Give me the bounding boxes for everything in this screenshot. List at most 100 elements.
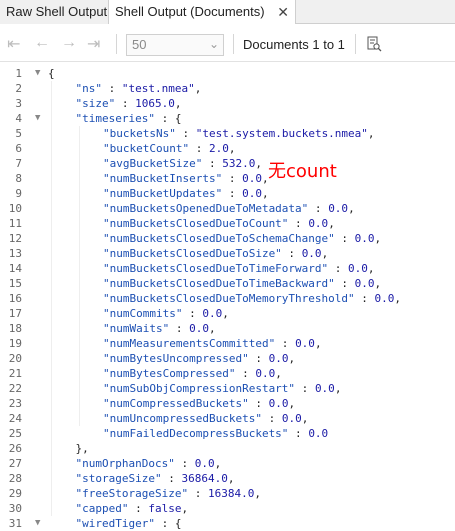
json-key: "wiredTiger"	[75, 517, 155, 530]
document-view-icon[interactable]	[366, 36, 382, 52]
json-punctuation: :	[222, 172, 243, 185]
next-page-icon[interactable]: →	[61, 34, 77, 52]
json-punctuation: :	[174, 457, 195, 470]
json-punctuation: :	[328, 262, 349, 275]
documents-range: Documents 1 to 1	[243, 37, 345, 52]
json-punctuation: ,	[228, 142, 236, 155]
json-punctuation: ,	[194, 82, 202, 95]
code-line: 31 ▼ "wiredTiger" : {	[0, 516, 455, 531]
code-line: 8 "numBucketInserts" : 0.0,	[0, 171, 455, 186]
code-line: 28 "storageSize" : 36864.0,	[0, 471, 455, 486]
line-number: 4	[15, 112, 22, 125]
json-punctuation: :	[161, 472, 182, 485]
json-punctuation: ,	[261, 172, 269, 185]
fold-toggle-icon[interactable]: ▼	[35, 516, 40, 531]
line-number: 2	[15, 82, 22, 95]
line-number: 22	[8, 382, 22, 395]
fold-toggle-icon[interactable]: ▼	[35, 111, 40, 126]
tab-shell-output-documents[interactable]: Shell Output (Documents) ✕	[109, 0, 296, 25]
code-text: "ns" : "test.nmea",	[76, 81, 202, 96]
json-punctuation: :	[288, 217, 309, 230]
code-text: "numCommits" : 0.0,	[103, 306, 229, 321]
line-number: 21	[8, 367, 22, 380]
code-text: "numBucketInserts" : 0.0,	[103, 171, 269, 186]
json-key: "ns"	[75, 82, 103, 95]
code-text: "storageSize" : 36864.0,	[76, 471, 235, 486]
json-key: "numBucketsClosedDueToTimeForward"	[103, 262, 329, 275]
json-punctuation: ,	[367, 262, 375, 275]
code-line: 1 ▼ {	[0, 66, 455, 81]
json-punctuation: :	[235, 367, 256, 380]
json-value: 0.0	[194, 457, 215, 470]
code-text: "numBucketsClosedDueToSize" : 0.0,	[103, 246, 328, 261]
previous-page-icon[interactable]: ←	[34, 34, 50, 52]
line-number: 29	[8, 487, 22, 500]
close-tab-icon[interactable]: ✕	[277, 0, 289, 24]
json-key: "timeseries"	[75, 112, 155, 125]
code-text: "numCompressedBuckets" : 0.0,	[103, 396, 295, 411]
json-value: 2.0	[208, 142, 229, 155]
code-text: "wiredTiger" : {	[76, 516, 182, 531]
line-number: 15	[8, 277, 22, 290]
json-punctuation: :	[202, 157, 223, 170]
json-key: "size"	[75, 97, 116, 110]
json-punctuation: ,	[394, 292, 402, 305]
json-value: 0.0	[314, 382, 335, 395]
code-line: 5 "bucketsNs" : "test.system.buckets.nmea…	[0, 126, 455, 141]
json-value: 0.0	[202, 307, 223, 320]
line-number: 23	[8, 397, 22, 410]
json-punctuation: :	[261, 412, 282, 425]
code-line: 12 "numBucketsClosedDueToSchemaChange" : …	[0, 231, 455, 246]
json-key: "numBucketsOpenedDueToMetadata"	[103, 202, 309, 215]
fold-toggle-icon[interactable]: ▼	[35, 66, 40, 81]
json-punctuation: : {	[154, 112, 182, 125]
code-line: 27 "numOrphanDocs" : 0.0,	[0, 456, 455, 471]
json-key: "numCompressedBuckets"	[103, 397, 249, 410]
line-number: 20	[8, 352, 22, 365]
json-value: 0.0	[268, 352, 289, 365]
line-number: 3	[15, 97, 22, 110]
json-punctuation: ,	[254, 487, 261, 500]
line-number: 10	[8, 202, 22, 215]
json-punctuation: ,	[374, 232, 382, 245]
json-value: 0.0	[242, 172, 262, 185]
json-value: 0.0	[348, 262, 368, 275]
line-number: 25	[8, 427, 22, 440]
line-number: 5	[15, 127, 22, 140]
code-text: {	[48, 66, 55, 81]
tab-bar: Raw Shell Output Shell Output (Documents…	[0, 0, 455, 25]
json-value: 0.0	[374, 292, 395, 305]
code-line: 14 "numBucketsClosedDueToTimeForward" : 0…	[0, 261, 455, 276]
json-value: 1065.0	[135, 97, 175, 110]
line-number: 12	[8, 232, 22, 245]
json-punctuation: :	[188, 487, 208, 500]
json-punctuation: :	[288, 427, 309, 440]
json-punctuation: ,	[334, 382, 342, 395]
json-punctuation: ,	[227, 472, 235, 485]
json-value: 0.0	[328, 202, 349, 215]
code-line: 19 "numMeasurementsCommitted" : 0.0,	[0, 336, 455, 351]
json-punctuation: ,	[288, 352, 296, 365]
last-page-icon[interactable]: ⇥	[87, 34, 100, 54]
tab-raw-shell-output[interactable]: Raw Shell Output	[0, 0, 109, 24]
toolbar-divider	[116, 34, 117, 54]
json-key: "bucketsNs"	[103, 127, 176, 140]
json-value: false	[148, 502, 182, 515]
json-value: 36864.0	[181, 472, 228, 485]
toolbar-divider	[355, 34, 356, 54]
first-page-icon[interactable]: ⇤	[7, 34, 20, 54]
code-line: 22 "numSubObjCompressionRestart" : 0.0,	[0, 381, 455, 396]
line-number: 19	[8, 337, 22, 350]
line-number: 14	[8, 262, 22, 275]
code-text: "numWaits" : 0.0,	[103, 321, 216, 336]
line-number: 11	[8, 217, 22, 230]
code-line: 3 "size" : 1065.0,	[0, 96, 455, 111]
json-editor[interactable]: 无count 1 ▼{2 "ns" : "test.nmea", 3 "size" : …	[0, 62, 455, 531]
json-punctuation: ,	[261, 187, 269, 200]
code-line: 11 "numBucketsClosedDueToCount" : 0.0,	[0, 216, 455, 231]
json-punctuation: :	[334, 277, 355, 290]
code-line: 23 "numCompressedBuckets" : 0.0,	[0, 396, 455, 411]
json-key: "numBucketsClosedDueToMemoryThreshold"	[103, 292, 355, 305]
line-number: 24	[8, 412, 22, 425]
page-size-select[interactable]: 50 ⌄	[126, 34, 224, 56]
